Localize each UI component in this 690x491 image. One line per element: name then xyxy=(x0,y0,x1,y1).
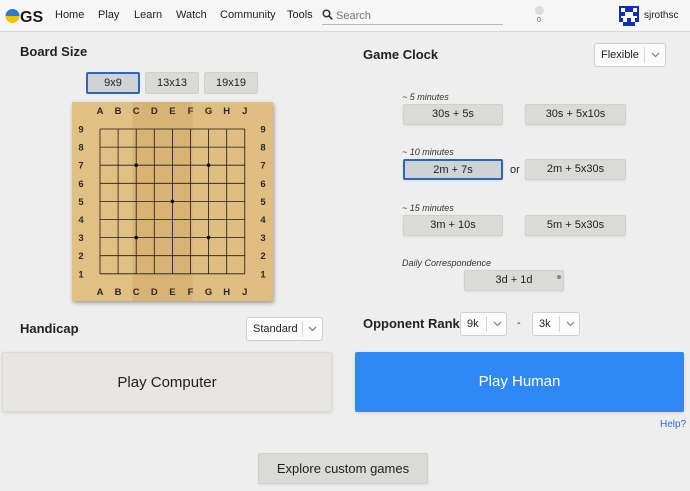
rank-max-value: 3k xyxy=(539,318,551,330)
board-column-label: D xyxy=(151,106,158,117)
board-row-label: 9 xyxy=(78,125,83,136)
handicap-value: Standard xyxy=(253,323,298,335)
clock-option-button[interactable]: 30s + 5s xyxy=(403,104,503,125)
board-grid: AABBCCDDEEFFGGHHJJ9 98 87 76 65 54 43 32 21 1 xyxy=(78,106,266,298)
clock-option-button[interactable]: 30s + 5x10s xyxy=(525,104,626,125)
board-column-label: B xyxy=(115,287,122,298)
clock-option-button[interactable]: 5m + 5x30s xyxy=(525,215,626,236)
board-column-label: H xyxy=(223,106,230,117)
board-size-13x13-button[interactable]: 13x13 xyxy=(145,72,199,94)
board-row-label: 5 xyxy=(78,197,84,208)
clock-group-label: ~ 5 minutes xyxy=(402,92,449,102)
play-computer-button[interactable]: Play Computer xyxy=(2,352,332,412)
avatar[interactable] xyxy=(619,6,639,26)
clock-option-button[interactable]: 3d + 1d xyxy=(464,270,564,291)
star-point xyxy=(134,163,138,167)
handicap-select[interactable]: Standard xyxy=(246,317,323,341)
star-point xyxy=(206,163,211,167)
play-human-button[interactable]: Play Human xyxy=(355,352,684,412)
notifications[interactable]: 0 xyxy=(532,6,546,28)
board-column-label: A xyxy=(97,106,104,117)
nav-learn[interactable]: Learn xyxy=(134,9,162,21)
search-icon xyxy=(322,9,333,20)
clock-option-button-selected[interactable]: 2m + 7s xyxy=(403,159,503,180)
clock-group-label: ~ 10 minutes xyxy=(402,147,454,157)
rank-range-separator: - xyxy=(517,317,521,329)
board-column-label: E xyxy=(169,106,175,117)
board-column-label: C xyxy=(133,287,140,298)
chevron-down-icon xyxy=(308,326,317,332)
board-column-label: G xyxy=(205,106,212,117)
board-column-label: E xyxy=(169,287,175,298)
ogs-logo[interactable]: GS xyxy=(5,6,47,26)
star-point xyxy=(170,199,175,204)
board-column-label: J xyxy=(242,287,247,298)
board-column-label: F xyxy=(188,287,194,298)
handicap-title: Handicap xyxy=(20,321,79,336)
board-row-label: 7 xyxy=(78,161,83,172)
board-column-label: G xyxy=(205,287,212,298)
board-row-label: 3 xyxy=(78,233,83,244)
board-column-label: B xyxy=(115,106,122,117)
opponent-rank-title: Opponent Rank xyxy=(363,316,460,331)
rank-min-value: 9k xyxy=(467,318,479,330)
notification-icon xyxy=(535,6,544,15)
user-avatar-icon xyxy=(619,6,639,26)
board-row-label: 8 xyxy=(78,143,83,154)
board-row-label: 7 xyxy=(260,161,265,172)
board-row-label: 2 xyxy=(260,251,265,262)
search-input[interactable] xyxy=(336,8,501,23)
chevron-down-icon xyxy=(566,321,575,327)
game-clock-title: Game Clock xyxy=(363,47,439,62)
nav-watch[interactable]: Watch xyxy=(176,9,207,21)
board-column-label: F xyxy=(188,106,194,117)
chevron-down-icon xyxy=(493,321,502,327)
board-size-19x19-button[interactable]: 19x19 xyxy=(204,72,258,94)
nav-tools[interactable]: Tools xyxy=(287,9,313,21)
chevron-down-icon xyxy=(651,52,660,58)
notification-count: 0 xyxy=(537,17,541,24)
clock-group-label: Daily Correspondence xyxy=(402,258,492,268)
board-column-label: H xyxy=(223,287,230,298)
board-row-label: 9 xyxy=(260,125,265,136)
board-column-label: C xyxy=(133,106,140,117)
help-link[interactable]: Help? xyxy=(660,419,686,430)
or-separator: or xyxy=(510,164,520,176)
explore-custom-games-button[interactable]: Explore custom games xyxy=(258,453,428,484)
board-size-title: Board Size xyxy=(20,44,88,59)
clock-option-button[interactable]: 3m + 10s xyxy=(403,215,503,236)
board-row-label: 2 xyxy=(78,251,83,262)
board-row-label: 8 xyxy=(260,143,265,154)
clock-mode-select[interactable]: Flexible xyxy=(594,43,666,67)
logo-text: GS xyxy=(20,9,43,26)
go-board-preview: AABBCCDDEEFFGGHHJJ998877665544332211 xyxy=(72,102,273,301)
rank-max-select[interactable]: 3k xyxy=(532,312,580,336)
board-column-label: A xyxy=(97,287,104,298)
board-row-label: 1 xyxy=(260,269,266,280)
nav-play[interactable]: Play xyxy=(98,9,119,21)
clock-mode-value: Flexible xyxy=(601,49,639,61)
search-box[interactable] xyxy=(322,8,503,25)
logo-icon: GS xyxy=(5,9,43,26)
board-row-label: 4 xyxy=(78,215,84,226)
board-row-label: 6 xyxy=(78,179,83,190)
star-point xyxy=(134,235,138,240)
clock-group-label: ~ 15 minutes xyxy=(402,203,454,213)
board-row-label: 4 xyxy=(260,215,266,226)
info-dot-icon xyxy=(557,275,561,279)
top-navbar: GS Home Play Learn Watch Community Tools… xyxy=(0,0,690,32)
username[interactable]: sjrothsc xyxy=(644,10,678,21)
nav-home[interactable]: Home xyxy=(55,9,84,21)
star-point xyxy=(206,235,211,240)
board-row-label: 1 xyxy=(78,269,84,280)
nav-community[interactable]: Community xyxy=(220,9,276,21)
board-column-label: D xyxy=(151,287,158,298)
board-row-label: 3 xyxy=(260,233,265,244)
board-column-label: J xyxy=(242,106,247,117)
rank-min-select[interactable]: 9k xyxy=(460,312,507,336)
board-row-label: 5 xyxy=(260,197,266,208)
board-size-9x9-button[interactable]: 9x9 xyxy=(86,72,140,94)
clock-option-button[interactable]: 2m + 5x30s xyxy=(525,159,626,180)
board-row-label: 6 xyxy=(260,179,265,190)
